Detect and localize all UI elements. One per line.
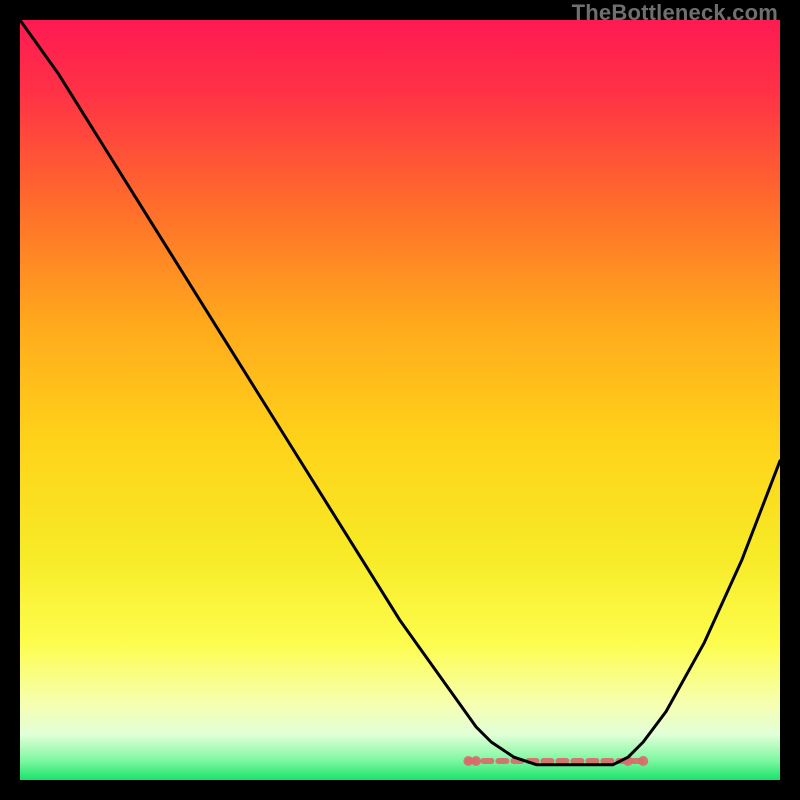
watermark-text: TheBottleneck.com [572, 0, 778, 26]
chart-frame [20, 20, 780, 780]
plot-background [20, 20, 780, 780]
highlight-marker [638, 756, 648, 766]
highlight-marker [471, 756, 481, 766]
chart-plot [20, 20, 780, 780]
